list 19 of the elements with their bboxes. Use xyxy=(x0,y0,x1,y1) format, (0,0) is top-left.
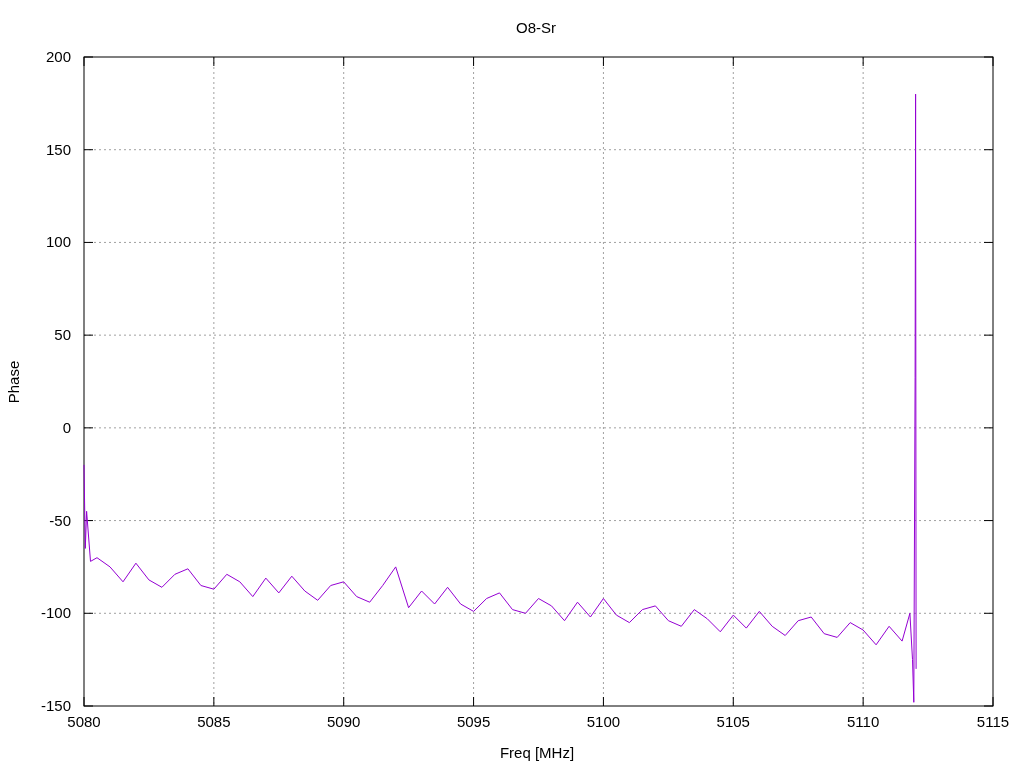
axis-label: Freq [MHz] xyxy=(499,744,575,761)
tick-label: 5090 xyxy=(327,713,361,730)
tick-label: 100 xyxy=(45,233,71,251)
tick-label: 5100 xyxy=(586,713,621,730)
tick-label: 0 xyxy=(62,418,71,436)
tick-label: 5115 xyxy=(976,713,1010,730)
tick-label: -150 xyxy=(40,697,71,714)
tick-label: 50 xyxy=(54,326,71,344)
tick-label: 200 xyxy=(45,48,71,65)
tick-label: -100 xyxy=(40,604,71,622)
tick-label: -50 xyxy=(49,511,71,529)
tick-label: 5095 xyxy=(456,713,491,730)
tick-label: 5110 xyxy=(847,713,880,730)
axis-label: Phase xyxy=(5,360,22,404)
tick-label: 5080 xyxy=(67,713,101,730)
tick-label: 150 xyxy=(45,140,71,158)
tick-label: 5085 xyxy=(197,713,231,730)
chart-title: O8-Sr xyxy=(516,19,556,36)
tick-label: 5105 xyxy=(716,713,750,730)
